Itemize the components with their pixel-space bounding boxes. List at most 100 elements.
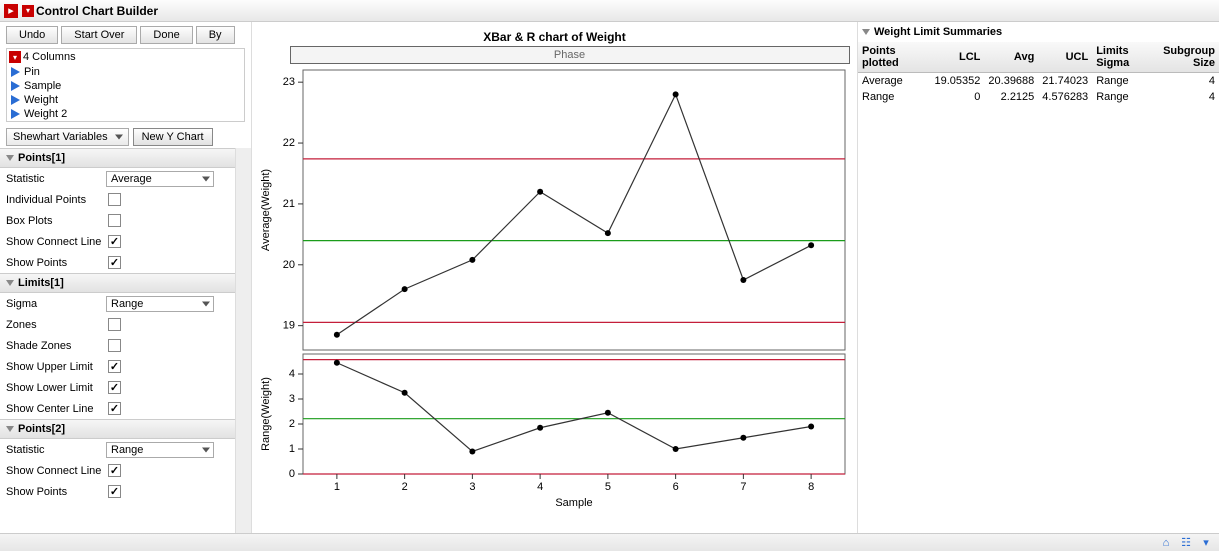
section-limits1[interactable]: Limits[1] [0, 273, 235, 293]
prop-label: Show Connect Line [6, 236, 106, 248]
left-sidebar: Undo Start Over Done By ▾ 4 Columns Pin … [0, 22, 252, 533]
prop-label: Show Lower Limit [6, 382, 106, 394]
prop-label: Box Plots [6, 215, 106, 227]
show-points-checkbox[interactable] [108, 256, 121, 269]
done-button[interactable]: Done [140, 26, 192, 44]
box-plots-checkbox[interactable] [108, 214, 121, 227]
col-header[interactable]: Avg [984, 42, 1038, 73]
col-header[interactable]: SubgroupSize [1159, 42, 1219, 73]
section-points1[interactable]: Points[1] [0, 148, 235, 168]
svg-text:21: 21 [282, 198, 294, 210]
home-icon[interactable]: ⌂ [1159, 536, 1173, 550]
columns-header[interactable]: ▾ 4 Columns [7, 49, 244, 65]
svg-text:22: 22 [282, 137, 294, 149]
col-header[interactable]: UCL [1038, 42, 1092, 73]
svg-text:Average(Weight): Average(Weight) [260, 169, 272, 251]
cell: 4 [1159, 89, 1219, 105]
col-header[interactable]: LCL [931, 42, 985, 73]
dropdown-value: Range [111, 444, 143, 456]
connect-line-checkbox[interactable] [108, 235, 121, 248]
section-points2[interactable]: Points[2] [0, 419, 235, 439]
lower-limit-checkbox[interactable] [108, 381, 121, 394]
section-title: Points[2] [18, 423, 65, 435]
connect-line-checkbox-2[interactable] [108, 464, 121, 477]
svg-text:7: 7 [740, 481, 746, 493]
red-triangle-icon[interactable]: ▾ [9, 51, 21, 63]
shade-zones-checkbox[interactable] [108, 339, 121, 352]
svg-text:0: 0 [288, 468, 294, 480]
chart-title: XBar & R chart of Weight [483, 30, 625, 44]
chart-type-dropdown[interactable]: Shewhart Variables [6, 128, 129, 146]
svg-text:19: 19 [282, 320, 294, 332]
new-y-chart-button[interactable]: New Y Chart [133, 128, 213, 146]
show-points-checkbox-2[interactable] [108, 485, 121, 498]
continuous-icon [11, 95, 20, 105]
scrollbar[interactable] [235, 148, 251, 533]
prop-label: Show Upper Limit [6, 361, 106, 373]
footer-bar: ⌂ ☷ ▾ [0, 533, 1219, 551]
section-title: Limits[1] [18, 277, 64, 289]
svg-text:Range(Weight): Range(Weight) [260, 377, 272, 451]
column-item[interactable]: Weight 2 [7, 107, 244, 121]
column-label: Pin [24, 66, 40, 78]
columns-count: 4 Columns [23, 51, 76, 63]
undo-button[interactable]: Undo [6, 26, 58, 44]
svg-text:23: 23 [282, 76, 294, 88]
control-chart[interactable]: 1920212223Average(Weight)01234Range(Weig… [255, 64, 855, 514]
table-row[interactable]: Average 19.05352 20.39688 21.74023 Range… [858, 73, 1219, 90]
svg-text:3: 3 [469, 481, 475, 493]
cell: Average [858, 73, 931, 90]
dropdown-icon[interactable]: ▾ [1199, 536, 1213, 550]
column-item[interactable]: Weight [7, 93, 244, 107]
start-over-button[interactable]: Start Over [61, 26, 137, 44]
grid-icon[interactable]: ☷ [1179, 536, 1193, 550]
col-header[interactable]: Limits Sigma [1092, 42, 1159, 73]
prop-label: Statistic [6, 173, 106, 185]
individual-points-checkbox[interactable] [108, 193, 121, 206]
svg-text:8: 8 [808, 481, 814, 493]
continuous-icon [11, 109, 20, 119]
prop-label: Show Connect Line [6, 465, 106, 477]
column-label: Weight [24, 94, 58, 106]
svg-text:2: 2 [401, 481, 407, 493]
cell: 2.2125 [984, 89, 1038, 105]
prop-label: Show Points [6, 257, 106, 269]
zones-checkbox[interactable] [108, 318, 121, 331]
svg-text:5: 5 [604, 481, 610, 493]
phase-bar[interactable]: Phase [290, 46, 850, 64]
svg-text:4: 4 [288, 368, 294, 380]
disclose-icon[interactable]: ▸ [4, 4, 18, 18]
cell: 0 [931, 89, 985, 105]
sigma-dropdown[interactable]: Range [106, 296, 214, 312]
col-header[interactable]: Points plotted [858, 42, 931, 73]
table-row[interactable]: Range 0 2.2125 4.576283 Range 4 [858, 89, 1219, 105]
by-button[interactable]: By [196, 26, 235, 44]
cell: 20.39688 [984, 73, 1038, 90]
cell: 4 [1159, 73, 1219, 90]
summaries-panel: Weight Limit Summaries Points plotted LC… [857, 22, 1219, 533]
cell: 4.576283 [1038, 89, 1092, 105]
statistic-dropdown[interactable]: Average [106, 171, 214, 187]
svg-text:6: 6 [672, 481, 678, 493]
summaries-table: Points plotted LCL Avg UCL Limits Sigma … [858, 42, 1219, 105]
svg-text:20: 20 [282, 259, 294, 271]
statistic-dropdown-2[interactable]: Range [106, 442, 214, 458]
section-title: Points[1] [18, 152, 65, 164]
cell: Range [858, 89, 931, 105]
columns-box: ▾ 4 Columns Pin Sample Weight Weight 2 [6, 48, 245, 122]
column-item[interactable]: Sample [7, 79, 244, 93]
cell: 19.05352 [931, 73, 985, 90]
prop-label: Show Center Line [6, 403, 106, 415]
red-triangle-icon[interactable]: ▾ [22, 5, 34, 17]
center-line-checkbox[interactable] [108, 402, 121, 415]
svg-text:1: 1 [333, 481, 339, 493]
column-item[interactable]: Pin [7, 65, 244, 79]
upper-limit-checkbox[interactable] [108, 360, 121, 373]
main-header: ▸ ▾ Control Chart Builder [0, 0, 1219, 22]
continuous-icon [11, 67, 20, 77]
svg-text:1: 1 [288, 443, 294, 455]
app-title: Control Chart Builder [36, 4, 158, 18]
prop-label: Individual Points [6, 194, 106, 206]
dropdown-value: Range [111, 298, 143, 310]
summaries-title[interactable]: Weight Limit Summaries [858, 22, 1219, 42]
